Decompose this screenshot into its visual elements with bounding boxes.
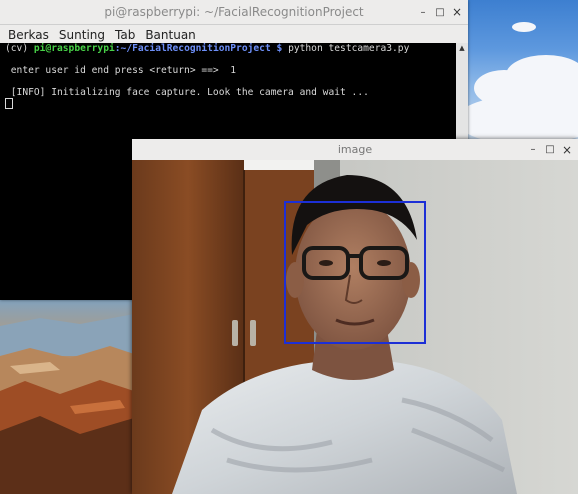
terminal-input-line: enter user id end press <return> ==> 1 (5, 65, 237, 76)
maximize-button[interactable]: □ (435, 7, 445, 18)
image-window[interactable]: image – □ × (132, 139, 578, 494)
scroll-up-arrow-icon[interactable]: ▲ (456, 43, 468, 53)
menu-item-berkas[interactable]: Berkas (8, 28, 49, 42)
terminal-menubar: Berkas Sunting Tab Bantuan (0, 25, 468, 44)
terminal-info-line: [INFO] Initializing face capture. Look t… (5, 87, 369, 98)
maximize-button[interactable]: □ (545, 144, 555, 155)
terminal-cursor (5, 98, 13, 109)
prompt-command: python testcamera3.py (288, 43, 410, 54)
camera-frame (132, 160, 578, 494)
image-window-title: image (337, 143, 373, 156)
menu-item-sunting[interactable]: Sunting (59, 28, 105, 42)
terminal-titlebar[interactable]: pi@raspberrypi: ~/FacialRecognitionProje… (0, 0, 468, 25)
prompt-path: :~/FacialRecognitionProject $ (114, 43, 283, 54)
desktop-wallpaper-canyon (0, 296, 134, 494)
menu-item-bantuan[interactable]: Bantuan (145, 28, 195, 42)
close-button[interactable]: × (562, 143, 572, 157)
minimize-button[interactable]: – (418, 7, 428, 18)
menu-item-tab[interactable]: Tab (115, 28, 135, 42)
terminal-prompt-line: (cv) pi@raspberrypi:~/FacialRecognitionP… (5, 43, 456, 54)
face-detection-box (284, 201, 426, 344)
minimize-button[interactable]: – (528, 144, 538, 155)
desktop-wallpaper-sky (466, 0, 578, 140)
prompt-env: (cv) (5, 43, 29, 54)
prompt-user: pi@raspberrypi (33, 43, 115, 54)
image-titlebar[interactable]: image – □ × (132, 139, 578, 161)
close-button[interactable]: × (452, 5, 462, 19)
terminal-title: pi@raspberrypi: ~/FacialRecognitionProje… (104, 5, 364, 19)
